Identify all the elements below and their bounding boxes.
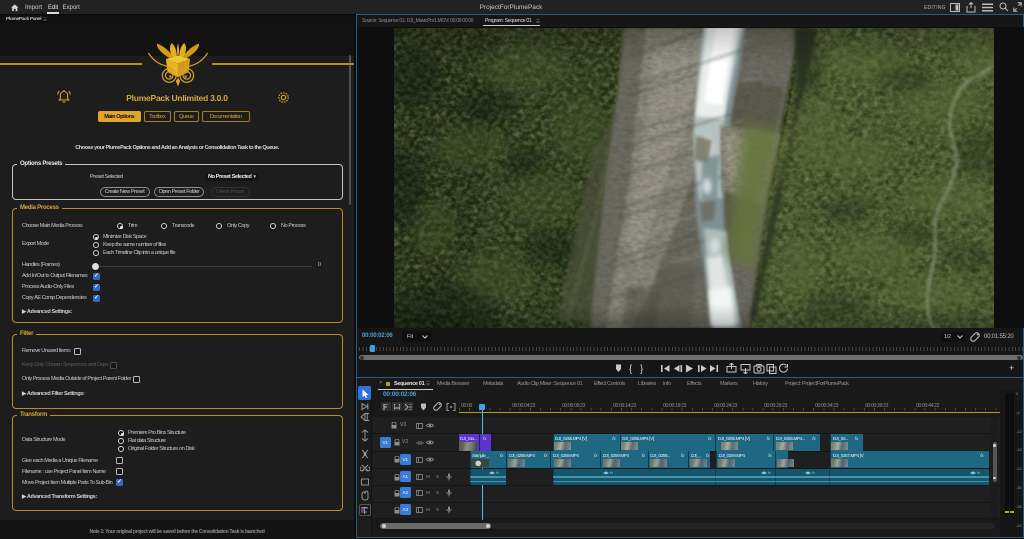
svg-text:{: {: [629, 364, 633, 374]
svg-text:}: }: [640, 364, 644, 374]
